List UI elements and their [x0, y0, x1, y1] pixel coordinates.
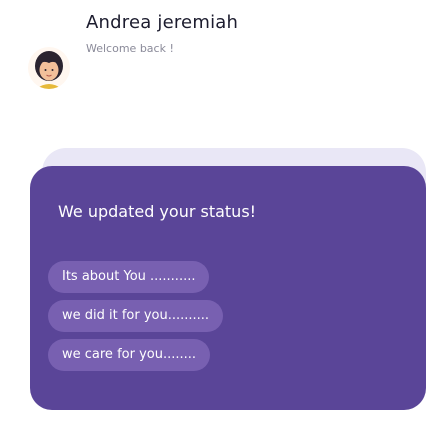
status-card-title: We updated your status! — [58, 202, 257, 221]
avatar[interactable] — [28, 47, 70, 89]
message-pill[interactable]: we care for you........ — [48, 339, 211, 371]
user-name: Andrea jeremiah — [86, 12, 239, 33]
avatar-illustration — [28, 47, 70, 89]
message-pill[interactable]: we did it for you.......... — [48, 300, 224, 332]
message-pill[interactable]: Its about You ........... — [48, 261, 210, 293]
profile-header: Andrea jeremiah Welcome back ! — [0, 0, 442, 110]
status-card[interactable]: We updated your status! Its about You ..… — [30, 166, 426, 410]
welcome-subtitle: Welcome back ! — [86, 42, 174, 55]
